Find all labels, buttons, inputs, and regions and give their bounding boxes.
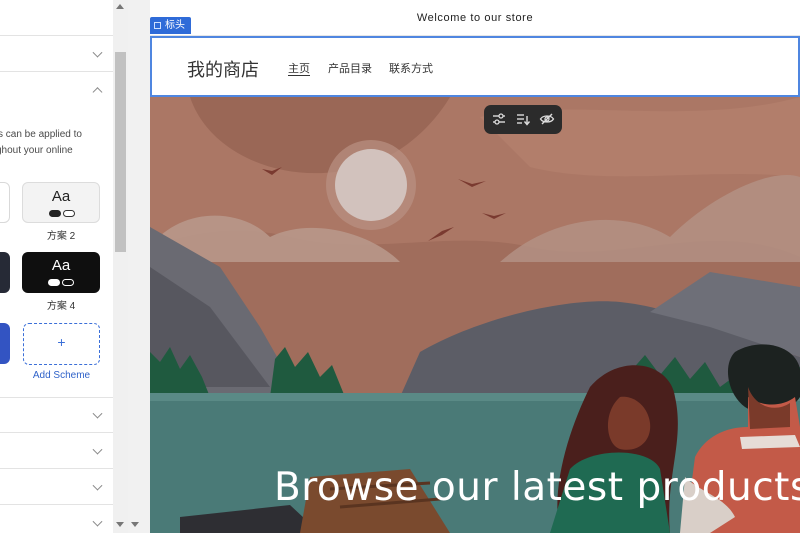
chevron-down-icon bbox=[92, 516, 103, 527]
scheme-card-4[interactable]: Aa bbox=[22, 252, 100, 293]
section-row-collapsed-3[interactable] bbox=[0, 433, 113, 469]
section-grid-icon bbox=[154, 22, 161, 29]
scroll-up-arrow-icon[interactable] bbox=[116, 4, 124, 9]
section-tag-header[interactable]: 标头 bbox=[150, 17, 191, 34]
scheme-card-5[interactable] bbox=[0, 323, 10, 364]
section-tag-label: 标头 bbox=[165, 20, 185, 31]
panel-scrollbar[interactable] bbox=[113, 0, 128, 533]
eye-off-icon[interactable] bbox=[539, 111, 555, 127]
store-brand[interactable]: 我的商店 bbox=[187, 56, 259, 82]
scheme-swatch-secondary bbox=[62, 279, 74, 286]
announcement-text: Welcome to our store bbox=[416, 12, 534, 24]
scroll-down-arrow-icon[interactable] bbox=[116, 522, 124, 527]
section-row-collapsed-2[interactable] bbox=[0, 397, 113, 433]
nav-link-catalog[interactable]: 产品目录 bbox=[328, 60, 372, 76]
scheme-swatch-primary bbox=[49, 210, 61, 217]
description-line-1: s can be applied to bbox=[0, 129, 82, 140]
chevron-down-icon bbox=[92, 480, 103, 491]
section-row-expanded[interactable] bbox=[0, 72, 113, 108]
scheme-swatch-secondary bbox=[63, 210, 75, 217]
nav-link-contact[interactable]: 联系方式 bbox=[389, 60, 433, 76]
scheme-card-2[interactable]: Aa bbox=[22, 182, 100, 223]
section-row-collapsed-5[interactable] bbox=[0, 505, 113, 533]
settings-panel: s can be applied to ghout your online Aa… bbox=[0, 0, 113, 533]
scroll-down-arrow-icon[interactable] bbox=[131, 522, 139, 527]
scrollbar-thumb[interactable] bbox=[115, 52, 126, 252]
scheme-card-3[interactable] bbox=[0, 252, 10, 293]
panel-top-strip bbox=[0, 0, 113, 36]
chevron-down-icon bbox=[92, 47, 103, 58]
add-scheme-label[interactable]: Add Scheme bbox=[23, 370, 100, 381]
chevron-down-icon bbox=[92, 444, 103, 455]
hero-title[interactable]: Browse our latest products bbox=[274, 465, 800, 510]
section-row-collapsed-1[interactable] bbox=[0, 36, 113, 72]
chevron-up-icon bbox=[92, 87, 103, 98]
store-preview: Welcome to our store 我的商店 主页 产品目录 联系方式 B… bbox=[150, 0, 800, 533]
plus-icon: + bbox=[57, 334, 66, 350]
section-toolbar bbox=[484, 105, 562, 134]
scheme-sample-text: Aa bbox=[51, 188, 71, 205]
scheme-sample-text: Aa bbox=[51, 257, 71, 274]
nav-link-home[interactable]: 主页 bbox=[288, 60, 310, 76]
section-row-collapsed-4[interactable] bbox=[0, 469, 113, 505]
scheme-label-2: 方案 2 bbox=[46, 231, 76, 242]
announcement-bar[interactable]: Welcome to our store bbox=[150, 0, 800, 36]
description-line-2: ghout your online bbox=[0, 145, 73, 156]
add-scheme-button[interactable]: + bbox=[23, 323, 100, 365]
store-header-selected[interactable]: 我的商店 主页 产品目录 联系方式 bbox=[150, 36, 800, 97]
scheme-card-1[interactable] bbox=[0, 182, 10, 223]
sliders-icon[interactable] bbox=[491, 111, 507, 127]
hero-banner[interactable]: Browse our latest products bbox=[150, 97, 800, 533]
chevron-down-icon bbox=[92, 408, 103, 419]
scheme-label-4: 方案 4 bbox=[46, 301, 76, 312]
move-down-icon[interactable] bbox=[515, 111, 531, 127]
scheme-swatch-primary bbox=[48, 279, 60, 286]
